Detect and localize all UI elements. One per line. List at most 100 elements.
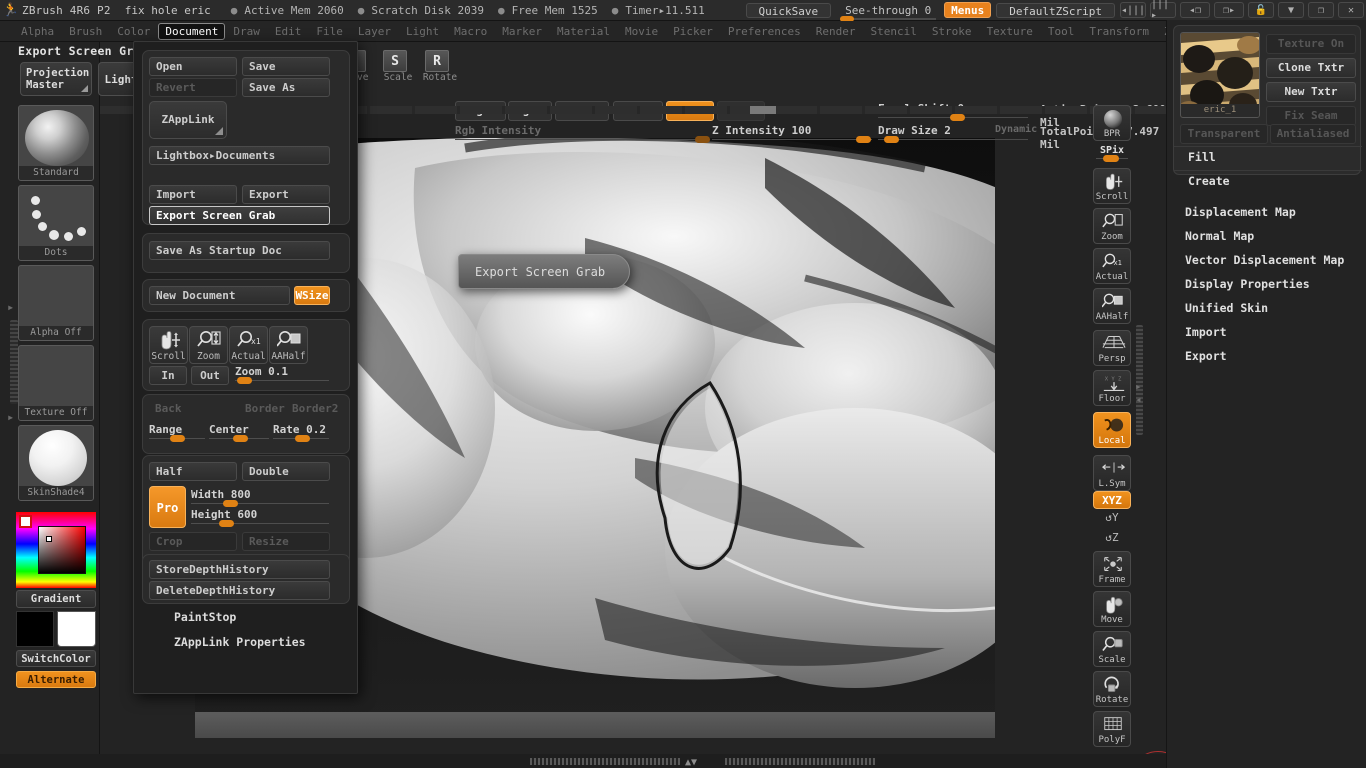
export-screen-grab-button[interactable]: Export Screen Grab	[149, 206, 330, 225]
fix-seam-button[interactable]: Fix Seam	[1266, 106, 1356, 126]
z-intensity-slider[interactable]: Z Intensity 100	[712, 124, 872, 140]
slider-knob[interactable]	[1103, 155, 1119, 162]
stroke-swatch[interactable]: Dots	[18, 185, 94, 261]
menu-item-draw[interactable]: Draw	[226, 23, 267, 40]
bottom-handle-right[interactable]	[725, 758, 875, 765]
left-shelf-scrollbar[interactable]	[10, 320, 18, 404]
scale-button[interactable]: Scale	[1093, 631, 1131, 667]
resize-button[interactable]: Resize	[242, 532, 330, 551]
save-button[interactable]: Save	[242, 57, 330, 76]
menu-item-layer[interactable]: Layer	[351, 23, 398, 40]
texture-swatch[interactable]: Texture Off	[18, 345, 94, 421]
revert-button[interactable]: Revert	[149, 78, 237, 97]
clone-txtr-button[interactable]: Clone Txtr	[1266, 58, 1356, 78]
alternate-button[interactable]: Alternate	[16, 671, 96, 688]
menu-item-light[interactable]: Light	[399, 23, 446, 40]
zapplink-button[interactable]: ZAppLink	[149, 101, 227, 139]
menu-item-alpha[interactable]: Alpha	[14, 23, 61, 40]
rate-slider[interactable]: Rate 0.2	[273, 423, 329, 440]
menu-item-stroke[interactable]: Stroke	[925, 23, 979, 40]
menu-item-render[interactable]: Render	[809, 23, 863, 40]
menu-item-picker[interactable]: Picker	[666, 23, 720, 40]
doc-zoom-slider[interactable]: Zoom 0.1	[235, 365, 329, 382]
wsize-button[interactable]: WSize	[294, 286, 330, 305]
center-slider[interactable]: Center	[209, 423, 269, 440]
display-properties-item[interactable]: Display Properties	[1185, 277, 1310, 291]
doc-actual-button[interactable]: x1 Actual	[229, 326, 268, 364]
slider-knob[interactable]	[223, 500, 238, 507]
crop-button[interactable]: Crop	[149, 532, 237, 551]
secondary-color-swatch[interactable]	[57, 611, 96, 647]
doc-scroll-button[interactable]: Scroll	[149, 326, 188, 364]
primary-color-swatch[interactable]	[16, 611, 54, 647]
quicksave-button[interactable]: QuickSave	[746, 3, 832, 18]
save-as-startup-doc-button[interactable]: Save As Startup Doc	[149, 241, 330, 260]
vector-displacement-map-item[interactable]: Vector Displacement Map	[1185, 253, 1344, 267]
left-scroll-down-icon[interactable]: ▸	[7, 410, 14, 424]
z-axis-icon[interactable]: ↺Z	[1090, 531, 1134, 544]
menu-item-movie[interactable]: Movie	[618, 23, 665, 40]
transparent-button[interactable]: Transparent	[1180, 124, 1268, 144]
right-aahalf-button[interactable]: AAHalf	[1093, 288, 1131, 324]
range-slider[interactable]: Range	[149, 423, 205, 440]
slider-knob[interactable]	[170, 435, 185, 442]
menus-button[interactable]: Menus	[944, 2, 991, 18]
new-document-button[interactable]: New Document	[149, 286, 290, 305]
export-button[interactable]: Export	[242, 185, 330, 204]
polyframe-button[interactable]: PolyF	[1093, 711, 1131, 747]
menu-item-marker[interactable]: Marker	[495, 23, 549, 40]
menu-item-material[interactable]: Material	[550, 23, 617, 40]
floor-button[interactable]: X Y Z Floor	[1093, 370, 1131, 406]
import-item[interactable]: Import	[1185, 325, 1227, 339]
store-depth-history-button[interactable]: StoreDepthHistory	[149, 560, 330, 579]
color-picker[interactable]	[16, 512, 96, 588]
zoom-out-button[interactable]: Out	[191, 366, 229, 385]
move-button[interactable]: Move	[1093, 591, 1131, 627]
open-button[interactable]: Open	[149, 57, 237, 76]
local-symmetry-button[interactable]: L.Sym	[1093, 455, 1131, 491]
slider-knob[interactable]	[295, 435, 310, 442]
lock-icon[interactable]: 🔓	[1248, 2, 1274, 18]
paint-stop-item[interactable]: PaintStop	[174, 610, 236, 624]
previous-window-icon[interactable]: ◂❐	[1180, 2, 1210, 18]
projection-master-button[interactable]: ProjectionMaster	[20, 62, 92, 96]
see-through-slider[interactable]: See-through 0	[840, 4, 936, 17]
half-button[interactable]: Half	[149, 462, 237, 481]
menu-item-color[interactable]: Color	[110, 23, 157, 40]
width-slider[interactable]: Width 800	[191, 488, 329, 505]
menu-item-brush[interactable]: Brush	[62, 23, 109, 40]
right-actual-button[interactable]: x1 Actual	[1093, 248, 1131, 284]
slider-knob[interactable]	[219, 520, 234, 527]
import-button[interactable]: Import	[149, 185, 237, 204]
bottom-arrows-icon[interactable]: ▲▼	[685, 757, 697, 768]
slider-knob[interactable]	[237, 377, 252, 384]
alpha-swatch[interactable]: Alpha Off	[18, 265, 94, 341]
export-item[interactable]: Export	[1185, 349, 1227, 363]
slider-knob[interactable]	[856, 136, 871, 143]
menu-item-stencil[interactable]: Stencil	[863, 23, 923, 40]
right-zoom-button[interactable]: Zoom	[1093, 208, 1131, 244]
switch-color-button[interactable]: SwitchColor	[16, 650, 96, 667]
double-button[interactable]: Double	[242, 462, 330, 481]
fill-item[interactable]: Fill	[1188, 150, 1216, 164]
texture-thumbnail[interactable]: eric_1	[1180, 32, 1260, 118]
scale-tool-icon[interactable]: S Scale	[383, 50, 413, 80]
left-scroll-up-icon[interactable]: ▸	[7, 300, 14, 314]
brush-swatch[interactable]: Standard	[18, 105, 94, 181]
slider-knob[interactable]	[884, 136, 899, 143]
bottom-handle-left[interactable]	[530, 758, 680, 765]
y-axis-icon[interactable]: ↺Y	[1090, 511, 1134, 524]
rotate-button[interactable]: Rotate	[1093, 671, 1131, 707]
border-button[interactable]: Border	[239, 400, 284, 419]
right-scroll-button[interactable]: Scroll	[1093, 168, 1131, 204]
texture-on-button[interactable]: Texture On	[1266, 34, 1356, 54]
unified-skin-item[interactable]: Unified Skin	[1185, 301, 1268, 315]
restore-icon[interactable]: ❐	[1308, 2, 1334, 18]
new-txtr-button[interactable]: New Txtr	[1266, 82, 1356, 102]
normal-map-item[interactable]: Normal Map	[1185, 229, 1254, 243]
bpr-render-button[interactable]: BPR	[1093, 105, 1131, 141]
save-as-button[interactable]: Save As	[242, 78, 330, 97]
menu-item-file[interactable]: File	[309, 23, 350, 40]
menu-item-tool[interactable]: Tool	[1041, 23, 1082, 40]
xyz-button[interactable]: XYZ	[1093, 491, 1131, 509]
